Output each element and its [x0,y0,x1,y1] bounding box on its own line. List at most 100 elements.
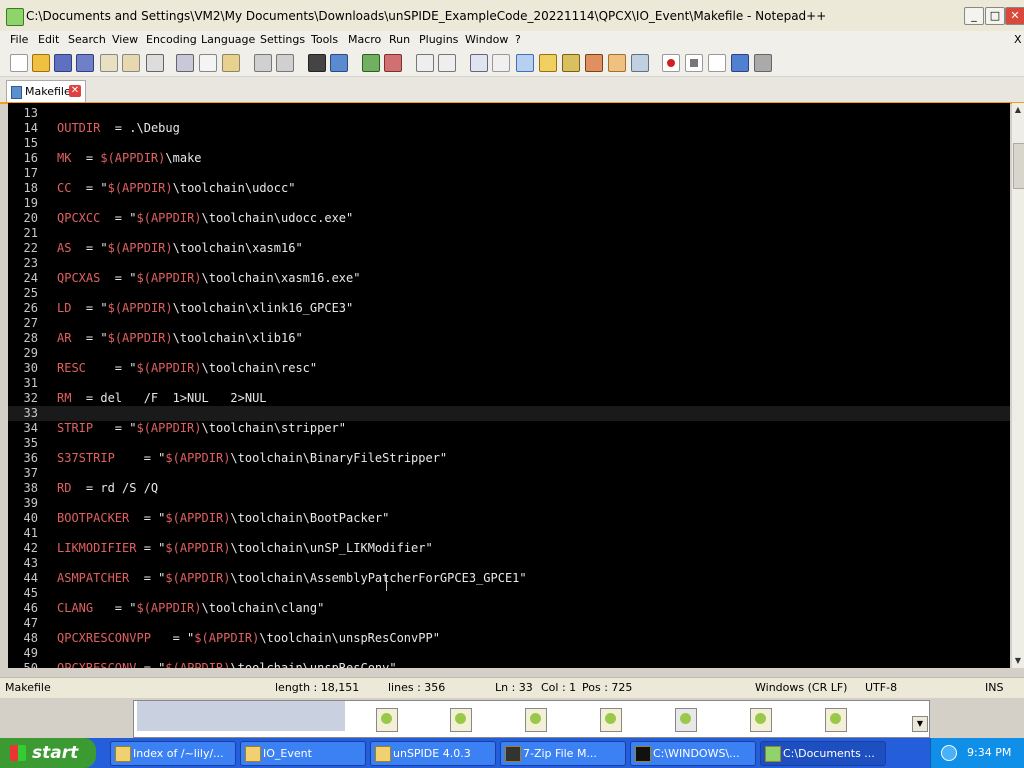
start-button[interactable]: start [0,738,96,768]
code-line[interactable]: 13 [8,106,1010,121]
save-macro-icon[interactable] [754,54,772,72]
menu-window[interactable]: Window [465,33,508,46]
code-line[interactable]: 24 QPCXAS = "$(APPDIR)\toolchain\xasm16.e… [8,271,1010,286]
task-io-event[interactable]: IO_Event [240,741,366,766]
wrap-icon[interactable] [470,54,488,72]
file-icon[interactable] [600,708,622,732]
tab-makefile[interactable]: Makefile ✕ [6,80,86,102]
close-button[interactable]: ✕ [1005,7,1024,25]
sync-v-icon[interactable] [416,54,434,72]
exe-file-icon[interactable] [675,708,697,732]
menu-tools[interactable]: Tools [311,33,338,46]
code-line[interactable]: 43 [8,556,1010,571]
code-editor[interactable]: 13 14 OUTDIR = .\Debug 15 16 MK = $(APPDIR)\m… [8,103,1010,668]
code-line[interactable]: 33 [8,406,1010,421]
code-line[interactable]: 35 [8,436,1010,451]
tab-close-icon[interactable]: ✕ [69,85,81,97]
doc-map-icon[interactable] [562,54,580,72]
zoom-in-icon[interactable] [362,54,380,72]
file-icon[interactable] [450,708,472,732]
code-line[interactable]: 16 MK = $(APPDIR)\make [8,151,1010,166]
menu-view[interactable]: View [112,33,138,46]
code-line[interactable]: 38 RD = rd /S /Q [8,481,1010,496]
close-all-icon[interactable] [122,54,140,72]
folder-workspace-icon[interactable] [608,54,626,72]
code-line[interactable]: 20 QPCXCC = "$(APPDIR)\toolchain\udocc.ex… [8,211,1010,226]
code-line[interactable]: 23 [8,256,1010,271]
code-line[interactable]: 45 [8,586,1010,601]
redo-icon[interactable] [276,54,294,72]
back-arrow-icon[interactable] [941,745,957,761]
code-line[interactable]: 37 [8,466,1010,481]
menu-help[interactable]: ? [515,33,521,46]
run-macro-multiple-icon[interactable] [731,54,749,72]
code-line[interactable]: 15 [8,136,1010,151]
code-line[interactable]: 50 QPCXRESCONV = "$(APPDIR)\toolchain\uns… [8,661,1010,668]
cut-icon[interactable] [176,54,194,72]
close-icon[interactable] [100,54,118,72]
copy-icon[interactable] [199,54,217,72]
code-line[interactable]: 14 OUTDIR = .\Debug [8,121,1010,136]
paste-icon[interactable] [222,54,240,72]
play-macro-icon[interactable] [708,54,726,72]
code-line[interactable]: 17 [8,166,1010,181]
code-line[interactable]: 48 QPCXRESCONVPP = "$(APPDIR)\toolchain\u… [8,631,1010,646]
new-file-icon[interactable] [10,54,28,72]
menu-macro[interactable]: Macro [348,33,381,46]
task-7zip[interactable]: 7-Zip File M... [500,741,626,766]
stop-macro-icon[interactable] [685,54,703,72]
sync-h-icon[interactable] [438,54,456,72]
find-icon[interactable] [308,54,326,72]
minimize-button[interactable]: _ [964,7,984,25]
menu-search[interactable]: Search [68,33,106,46]
vertical-scrollbar[interactable]: ▲ ▼ [1012,103,1024,668]
menu-run[interactable]: Run [389,33,410,46]
function-list-icon[interactable] [585,54,603,72]
open-file-icon[interactable] [32,54,50,72]
code-line[interactable]: 19 [8,196,1010,211]
menu-file[interactable]: File [10,33,28,46]
zoom-out-icon[interactable] [384,54,402,72]
indent-guide-icon[interactable] [516,54,534,72]
monitor-icon[interactable] [631,54,649,72]
menu-close-doc[interactable]: X [1014,33,1022,46]
code-line[interactable]: 46 CLANG = "$(APPDIR)\toolchain\clang" [8,601,1010,616]
scroll-up-icon[interactable]: ▲ [1013,105,1023,115]
menu-edit[interactable]: Edit [38,33,59,46]
save-all-icon[interactable] [76,54,94,72]
maximize-button[interactable]: □ [985,7,1005,25]
code-line[interactable]: 30 RESC = "$(APPDIR)\toolchain\resc" [8,361,1010,376]
task-browser[interactable]: Index of /~lily/... [110,741,236,766]
file-icon[interactable] [525,708,547,732]
file-icon[interactable] [825,708,847,732]
code-line[interactable]: 31 [8,376,1010,391]
code-line[interactable]: 41 [8,526,1010,541]
scroll-down-icon[interactable]: ▼ [1013,656,1023,666]
code-line[interactable]: 32 RM = del /F 1>NUL 2>NUL [8,391,1010,406]
menu-encoding[interactable]: Encoding [146,33,197,46]
code-line[interactable]: 22 AS = "$(APPDIR)\toolchain\xasm16" [8,241,1010,256]
replace-icon[interactable] [330,54,348,72]
menu-plugins[interactable]: Plugins [419,33,458,46]
code-line[interactable]: 40 BOOTPACKER = "$(APPDIR)\toolchain\Boot… [8,511,1010,526]
code-line[interactable]: 29 [8,346,1010,361]
menu-language[interactable]: Language [201,33,255,46]
print-icon[interactable] [146,54,164,72]
code-line[interactable]: 34 STRIP = "$(APPDIR)\toolchain\stripper" [8,421,1010,436]
code-line[interactable]: 25 [8,286,1010,301]
file-icon[interactable] [376,708,398,732]
record-macro-icon[interactable] [662,54,680,72]
code-line[interactable]: 39 [8,496,1010,511]
code-line[interactable]: 21 [8,226,1010,241]
code-line[interactable]: 49 [8,646,1010,661]
menu-settings[interactable]: Settings [260,33,305,46]
code-line[interactable]: 26 LD = "$(APPDIR)\toolchain\xlink16_GPCE… [8,301,1010,316]
all-chars-icon[interactable] [492,54,510,72]
code-line[interactable]: 27 [8,316,1010,331]
code-line[interactable]: 42 LIKMODIFIER = "$(APPDIR)\toolchain\unS… [8,541,1010,556]
code-line[interactable]: 28 AR = "$(APPDIR)\toolchain\xlib16" [8,331,1010,346]
task-notepadpp[interactable]: C:\Documents ... [760,741,886,766]
task-cmd[interactable]: C:\WINDOWS\... [630,741,756,766]
code-line[interactable]: 18 CC = "$(APPDIR)\toolchain\udocc" [8,181,1010,196]
code-line[interactable]: 47 [8,616,1010,631]
